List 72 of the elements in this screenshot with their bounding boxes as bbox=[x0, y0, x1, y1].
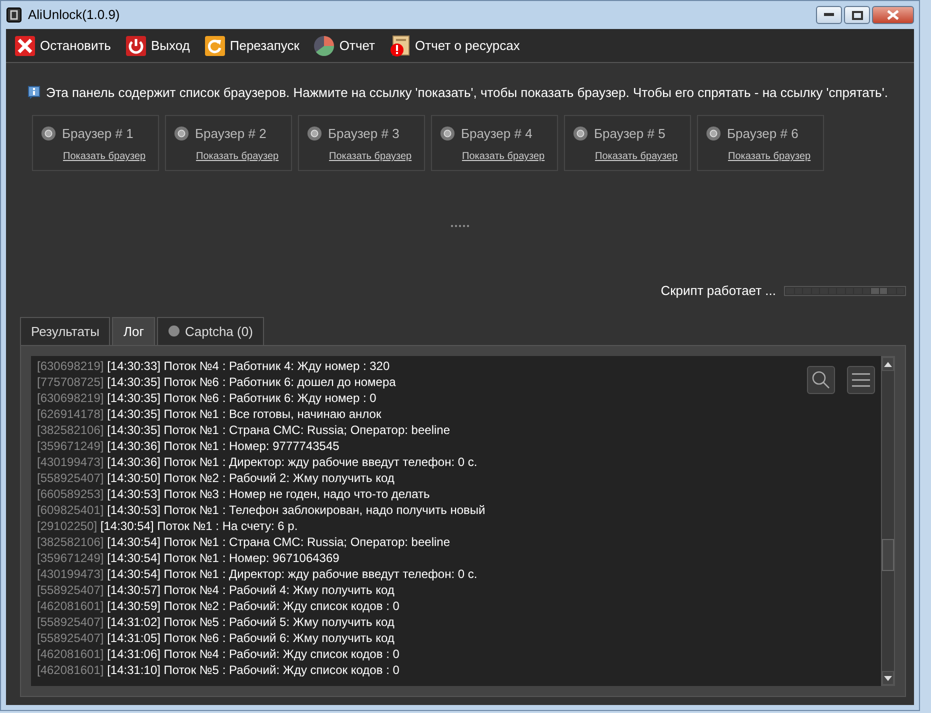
search-button[interactable] bbox=[807, 366, 835, 394]
menu-icon bbox=[852, 373, 870, 387]
browser-title: Браузер # 6 bbox=[727, 124, 798, 143]
power-icon bbox=[124, 34, 147, 56]
log-line: [359671249] [14:30:54] Поток №1 : Номер: 9671064369 bbox=[37, 550, 340, 566]
browser-title: Браузер # 1 bbox=[62, 124, 134, 143]
log-line: [359671249] [14:30:36] Поток №1 : Номер: 9777743545 bbox=[37, 438, 340, 454]
log-line: [382582106] [14:30:54] Поток №1 : Страна СМС: Russia; Оператор: beeline bbox=[37, 534, 450, 550]
browser-title: Браузер # 3 bbox=[328, 124, 400, 143]
browser-icon bbox=[307, 126, 322, 141]
info-icon bbox=[28, 86, 40, 100]
browser-title: Браузер # 2 bbox=[195, 124, 266, 143]
tab[interactable]: Результаты bbox=[20, 316, 110, 345]
log-line: [630698219] [14:30:33] Поток №4 : Работник 4: Жду номер : 320 bbox=[37, 358, 390, 374]
tab[interactable]: Лог bbox=[112, 316, 155, 345]
maximize-button[interactable] bbox=[844, 6, 870, 24]
show-browser-link[interactable]: Показать браузер bbox=[728, 149, 811, 164]
scroll-thumb[interactable] bbox=[882, 539, 894, 571]
minimize-button[interactable] bbox=[816, 6, 842, 24]
resources-button[interactable]: Отчет о ресурсах bbox=[389, 34, 520, 56]
up-arrow-icon bbox=[884, 362, 892, 366]
search-icon bbox=[811, 370, 831, 390]
menu-button[interactable] bbox=[847, 366, 875, 394]
report-button[interactable]: Отчет bbox=[313, 34, 375, 56]
minimize-icon bbox=[824, 13, 834, 17]
browser-icon bbox=[440, 126, 455, 141]
down-arrow-icon bbox=[884, 676, 892, 680]
log-line: [462081601] [14:30:59] Поток №2 : Рабочий: Жду список кодов : 0 bbox=[37, 598, 400, 614]
close-button[interactable] bbox=[872, 6, 914, 24]
browser-icon bbox=[573, 126, 588, 141]
show-browser-link[interactable]: Показать браузер bbox=[329, 149, 412, 164]
browser-icon bbox=[174, 126, 189, 141]
browser-icon bbox=[41, 126, 56, 141]
log-line: [558925407] [14:31:02] Поток №5 : Рабочий 5: Жму получить код bbox=[37, 614, 394, 630]
window-title: AliUnlock(1.0.9) bbox=[28, 6, 120, 24]
close-icon bbox=[887, 10, 899, 20]
exit-button[interactable]: Выход bbox=[124, 34, 190, 56]
log-line: [462081601] [14:31:10] Поток №5 : Рабочий: Жду список кодов : 0 bbox=[37, 662, 400, 678]
splitter-handle[interactable] bbox=[451, 224, 469, 227]
log-line: [609825401] [14:30:53] Поток №1 : Телефон заблокирован, надо получить новый bbox=[37, 502, 486, 518]
log-line: [558925407] [14:30:50] Поток №2 : Рабочий 2: Жму получить код bbox=[37, 470, 394, 486]
log-line: [660589253] [14:30:53] Поток №3 : Номер не годен, надо что-то делать bbox=[37, 486, 430, 502]
log-line: [29102250] [14:30:54] Поток №1 : На счету: 6 р. bbox=[37, 518, 298, 534]
stop-icon bbox=[14, 34, 36, 56]
browser-title: Браузер # 5 bbox=[594, 124, 666, 143]
app-icon bbox=[6, 7, 22, 23]
scrollbar[interactable] bbox=[881, 356, 895, 686]
maximize-icon bbox=[852, 10, 862, 20]
tab[interactable]: Captcha (0) bbox=[156, 316, 264, 345]
log-line: [430199473] [14:30:54] Поток №1 : Директор: жду рабочие введут телефон: 0 с. bbox=[37, 566, 478, 582]
document-alert-icon bbox=[389, 34, 411, 56]
browser-title: Браузер # 4 bbox=[461, 124, 532, 143]
show-browser-link[interactable]: Показать браузер bbox=[462, 149, 545, 164]
show-browser-link[interactable]: Показать браузер bbox=[595, 149, 678, 164]
log-line: [430199473] [14:30:36] Поток №1 : Директор: жду рабочие введут телефон: 0 с. bbox=[37, 454, 478, 470]
pie-chart-icon bbox=[313, 34, 336, 56]
log-line: [630698219] [14:30:35] Поток №6 : Работник 6: Жду номер : 0 bbox=[37, 390, 376, 406]
show-browser-link[interactable]: Показать браузер bbox=[63, 149, 146, 164]
log-line: [558925407] [14:31:05] Поток №6 : Рабочий 6: Жму получить код bbox=[37, 630, 394, 646]
log-line: [558925407] [14:30:57] Поток №4 : Рабочий 4: Жму получить код bbox=[37, 582, 394, 598]
log-line: [382582106] [14:30:35] Поток №1 : Страна СМС: Russia; Оператор: beeline bbox=[37, 422, 450, 438]
show-browser-link[interactable]: Показать браузер bbox=[196, 149, 279, 164]
log-line: [462081601] [14:31:06] Поток №4 : Рабочий: Жду список кодов : 0 bbox=[37, 646, 400, 662]
info-text: Эта панель содержит список браузеров. Нажмите на ссылку 'показать', чтобы показать браузер. Чтобы его спрятать - на ссылку 'спрятать'. bbox=[46, 84, 888, 102]
stop-button[interactable]: Остановить bbox=[14, 34, 111, 56]
browser-icon bbox=[706, 126, 721, 141]
refresh-icon bbox=[204, 34, 226, 56]
status-text: Скрипт работает ... bbox=[660, 282, 776, 300]
status-dot-icon bbox=[168, 325, 180, 338]
restart-button[interactable]: Перезапуск bbox=[204, 34, 300, 56]
log-line: [626914178] [14:30:35] Поток №1 : Все готовы, начинаю анлок bbox=[37, 406, 382, 422]
log-line: [775708725] [14:30:35] Поток №6 : Работник 6: дошел до номера bbox=[37, 374, 396, 390]
